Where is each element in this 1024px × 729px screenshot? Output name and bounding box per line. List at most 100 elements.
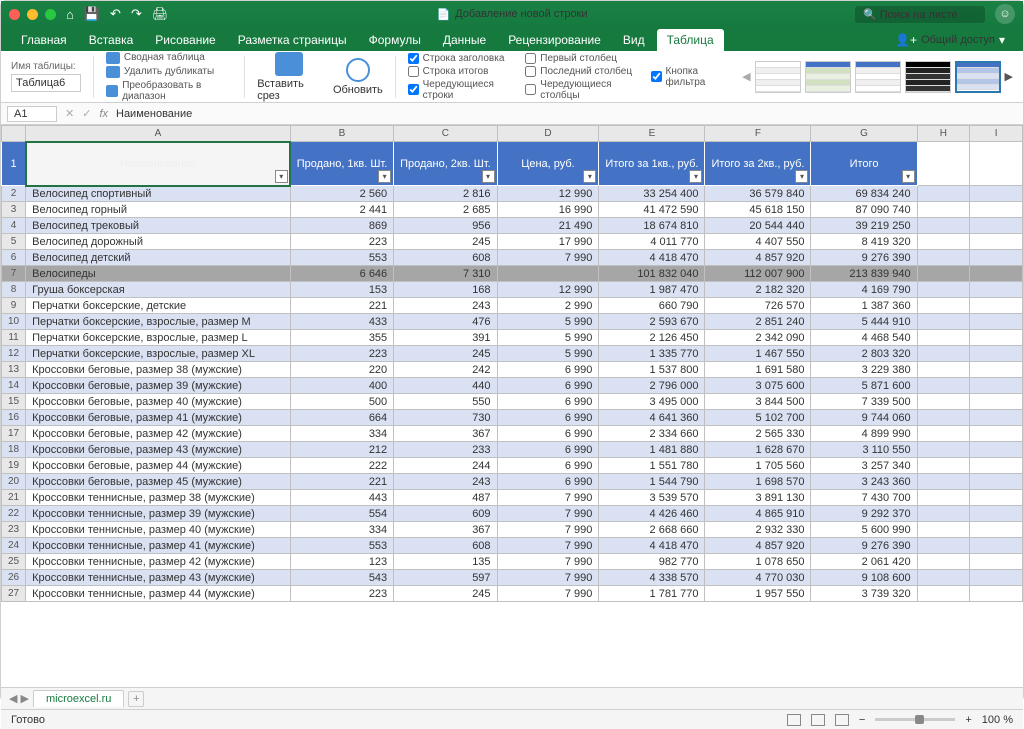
table-header[interactable]: Продано, 2кв. Шт.▾ xyxy=(394,142,497,186)
cell[interactable]: 7 990 xyxy=(497,570,599,586)
row-header[interactable]: 6 xyxy=(2,250,26,266)
cell[interactable]: 101 832 040 xyxy=(599,266,705,282)
cell[interactable] xyxy=(497,266,599,282)
cell[interactable]: Кроссовки теннисные, размер 41 (мужские) xyxy=(26,538,291,554)
cell[interactable]: 1 335 770 xyxy=(599,346,705,362)
style-option[interactable]: Кнопка фильтра xyxy=(651,66,730,88)
cell[interactable]: 1 691 580 xyxy=(705,362,811,378)
cell[interactable]: 2 803 320 xyxy=(811,346,917,362)
row-header[interactable]: 21 xyxy=(2,490,26,506)
style-option[interactable]: Строка итогов xyxy=(408,66,514,77)
cell[interactable]: 245 xyxy=(394,346,497,362)
cell[interactable]: 221 xyxy=(290,298,393,314)
cell[interactable]: 487 xyxy=(394,490,497,506)
search-input[interactable]: 🔍 Поиск на листе xyxy=(855,6,985,23)
row-header[interactable]: 4 xyxy=(2,218,26,234)
sheet-nav[interactable]: ◀ ▶ xyxy=(9,692,29,705)
cell[interactable]: 1 544 790 xyxy=(599,474,705,490)
table-style-thumb[interactable] xyxy=(905,61,951,93)
cell[interactable]: Велосипед детский xyxy=(26,250,291,266)
col-header[interactable]: A xyxy=(26,126,291,142)
table-tool[interactable]: Сводная таблица xyxy=(106,52,232,64)
filter-icon[interactable]: ▾ xyxy=(275,170,288,183)
cell[interactable]: Кроссовки теннисные, размер 43 (мужские) xyxy=(26,570,291,586)
cell[interactable]: 400 xyxy=(290,378,393,394)
col-header[interactable]: G xyxy=(811,126,917,142)
fx-icon[interactable]: fx xyxy=(99,108,108,120)
cell[interactable]: 5 990 xyxy=(497,346,599,362)
cell[interactable]: 3 844 500 xyxy=(705,394,811,410)
style-option[interactable]: Чередующиеся столбцы xyxy=(525,79,638,101)
cell[interactable]: 2 685 xyxy=(394,202,497,218)
row-header[interactable]: 14 xyxy=(2,378,26,394)
row-header[interactable]: 17 xyxy=(2,426,26,442)
cell[interactable]: Перчатки боксерские, взрослые, размер L xyxy=(26,330,291,346)
cell[interactable]: 3 539 570 xyxy=(599,490,705,506)
cell[interactable]: 9 108 600 xyxy=(811,570,917,586)
minimize-icon[interactable] xyxy=(27,9,38,20)
cell[interactable]: 1 467 550 xyxy=(705,346,811,362)
close-icon[interactable] xyxy=(9,9,20,20)
cell[interactable]: 153 xyxy=(290,282,393,298)
cell[interactable]: 7 990 xyxy=(497,586,599,602)
cell[interactable]: 4 468 540 xyxy=(811,330,917,346)
row-header[interactable]: 25 xyxy=(2,554,26,570)
cell[interactable]: 2 593 670 xyxy=(599,314,705,330)
cell[interactable]: Перчатки боксерские, детские xyxy=(26,298,291,314)
cell[interactable]: 553 xyxy=(290,538,393,554)
row-header[interactable]: 26 xyxy=(2,570,26,586)
cell[interactable]: 242 xyxy=(394,362,497,378)
row-header[interactable]: 11 xyxy=(2,330,26,346)
cell[interactable]: 168 xyxy=(394,282,497,298)
cell[interactable]: 443 xyxy=(290,490,393,506)
cell[interactable]: 7 990 xyxy=(497,490,599,506)
cell[interactable]: 440 xyxy=(394,378,497,394)
cell[interactable]: 500 xyxy=(290,394,393,410)
cell[interactable]: 1 698 570 xyxy=(705,474,811,490)
cell[interactable]: 3 243 360 xyxy=(811,474,917,490)
cell[interactable]: 33 254 400 xyxy=(599,186,705,202)
cell[interactable]: 5 990 xyxy=(497,330,599,346)
table-style-thumb[interactable] xyxy=(755,61,801,93)
cell[interactable]: 609 xyxy=(394,506,497,522)
cell[interactable]: 553 xyxy=(290,250,393,266)
cell[interactable]: 243 xyxy=(394,298,497,314)
row-header[interactable]: 19 xyxy=(2,458,26,474)
cell[interactable]: 660 790 xyxy=(599,298,705,314)
cell[interactable]: 6 990 xyxy=(497,410,599,426)
cell[interactable]: 223 xyxy=(290,234,393,250)
cell[interactable]: 221 xyxy=(290,474,393,490)
cell[interactable]: 433 xyxy=(290,314,393,330)
cell[interactable]: 355 xyxy=(290,330,393,346)
cell[interactable]: Кроссовки теннисные, размер 38 (мужские) xyxy=(26,490,291,506)
cell[interactable]: 2 851 240 xyxy=(705,314,811,330)
gallery-prev-icon[interactable]: ◀ xyxy=(742,70,750,83)
table-tool[interactable]: Преобразовать в диапазон xyxy=(106,80,232,102)
table-tool[interactable]: Удалить дубликаты xyxy=(106,66,232,78)
cell[interactable]: 5 990 xyxy=(497,314,599,330)
sheet-tab[interactable]: microexcel.ru xyxy=(33,690,124,707)
menu-tab-6[interactable]: Рецензирование xyxy=(498,29,611,51)
cell[interactable]: 554 xyxy=(290,506,393,522)
spreadsheet-grid[interactable]: ABCDEFGHI1Наименование▾Продано, 1кв. Шт.… xyxy=(1,125,1023,687)
menu-tab-3[interactable]: Разметка страницы xyxy=(228,29,357,51)
col-header[interactable]: D xyxy=(497,126,599,142)
table-header[interactable]: Продано, 1кв. Шт.▾ xyxy=(290,142,393,186)
cell[interactable]: 982 770 xyxy=(599,554,705,570)
table-header[interactable]: Итого за 1кв., руб.▾ xyxy=(599,142,705,186)
style-option[interactable]: Первый столбец xyxy=(525,53,638,64)
cell[interactable]: Кроссовки беговые, размер 45 (мужские) xyxy=(26,474,291,490)
cell[interactable]: 4 418 470 xyxy=(599,538,705,554)
row-header[interactable]: 23 xyxy=(2,522,26,538)
table-name-input[interactable] xyxy=(11,74,81,92)
zoom-out-icon[interactable]: − xyxy=(859,714,865,726)
cell[interactable]: 135 xyxy=(394,554,497,570)
cell[interactable]: Велосипед трековый xyxy=(26,218,291,234)
cell[interactable]: 4 426 460 xyxy=(599,506,705,522)
cell[interactable]: 2 560 xyxy=(290,186,393,202)
cell[interactable]: 9 744 060 xyxy=(811,410,917,426)
filter-icon[interactable]: ▾ xyxy=(583,170,596,183)
cell[interactable]: 69 834 240 xyxy=(811,186,917,202)
cell[interactable]: 597 xyxy=(394,570,497,586)
cell[interactable]: Кроссовки теннисные, размер 44 (мужские) xyxy=(26,586,291,602)
